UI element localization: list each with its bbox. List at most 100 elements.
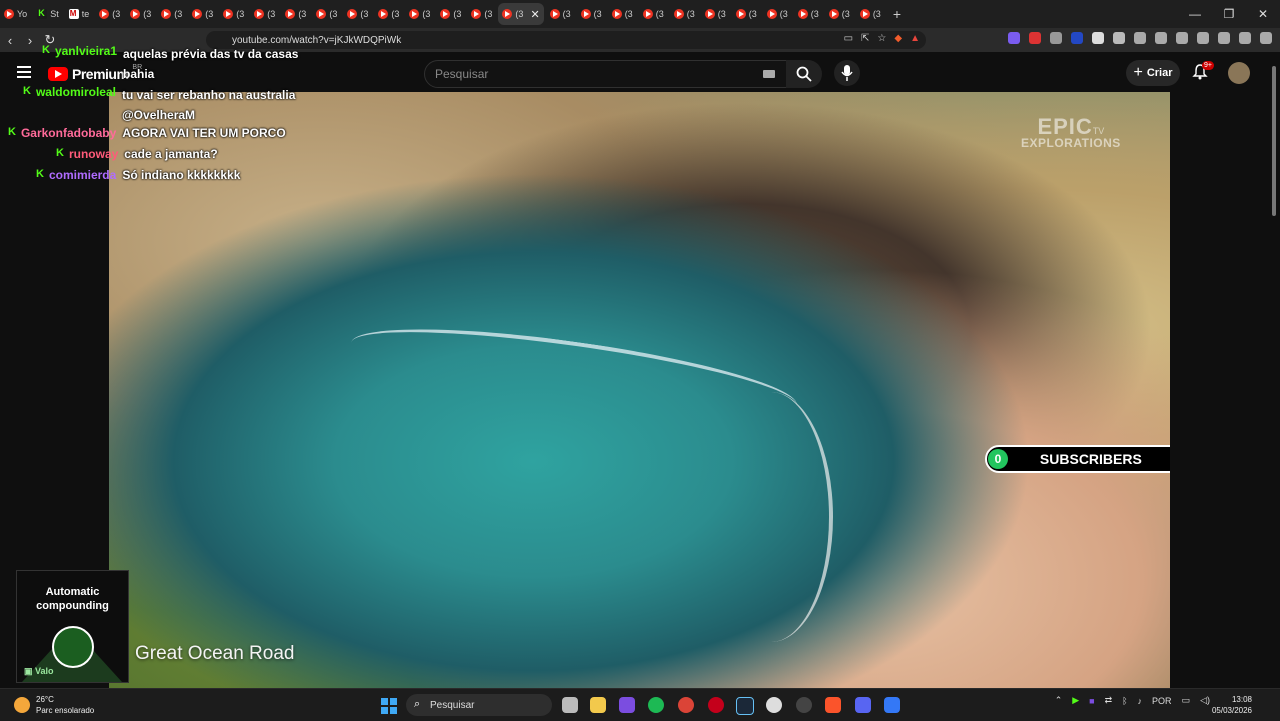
browser-tab[interactable]: (3 — [701, 3, 730, 25]
scrollbar-thumb[interactable] — [1272, 66, 1276, 216]
browser-tab[interactable]: (3 — [467, 3, 496, 25]
tray-app-icon[interactable]: ■ — [1089, 696, 1094, 706]
tray-app-icon[interactable]: ⇄ — [1105, 695, 1113, 706]
opera-icon[interactable] — [708, 697, 724, 713]
extension-icon[interactable] — [1008, 32, 1020, 44]
app-icon[interactable] — [884, 697, 900, 713]
search-button[interactable] — [786, 60, 822, 88]
browser-tab[interactable]: (3 — [825, 3, 854, 25]
youtube-icon — [580, 9, 591, 19]
github-icon[interactable] — [766, 697, 782, 713]
app-icon[interactable] — [796, 697, 812, 713]
extension-icon[interactable] — [1092, 32, 1104, 44]
browser-tab[interactable]: (3 — [405, 3, 434, 25]
ad-overlay[interactable]: Automatic compounding ▣ Valo — [16, 570, 129, 683]
youtube-icon — [347, 9, 358, 19]
steam-icon[interactable] — [736, 697, 754, 715]
share-icon[interactable]: ⇱ — [861, 33, 869, 44]
sidebar-icon[interactable] — [1197, 32, 1209, 44]
tab-label: (3 — [593, 9, 602, 19]
back-icon[interactable]: ‹ — [0, 33, 20, 48]
create-button[interactable]: + Criar — [1126, 60, 1180, 86]
tab-label: (3 — [112, 9, 121, 19]
ai-icon[interactable] — [1239, 32, 1251, 44]
extension-icon[interactable] — [1029, 32, 1041, 44]
browser-tab[interactable]: (3 — [250, 3, 279, 25]
cast-icon[interactable]: ▭ — [844, 33, 853, 44]
browser-tab[interactable]: (3 — [670, 3, 699, 25]
network-icon[interactable]: ▭ — [1182, 695, 1191, 706]
brave-shield-icon[interactable]: ◆ — [894, 33, 902, 44]
music-icon[interactable] — [1176, 32, 1188, 44]
extension-icon[interactable] — [1113, 32, 1125, 44]
browser-tab[interactable]: (3 — [794, 3, 823, 25]
chrome-icon[interactable] — [678, 697, 694, 713]
browser-tab[interactable]: (3 — [546, 3, 575, 25]
vpn-icon[interactable] — [1260, 32, 1272, 44]
browser-tab[interactable]: Yo — [0, 3, 31, 25]
file-explorer-icon[interactable] — [590, 697, 606, 713]
browser-tab[interactable]: (3 ✕ — [498, 3, 544, 25]
browser-tab[interactable]: (3 — [312, 3, 341, 25]
avatar[interactable] — [1228, 62, 1250, 84]
video-player[interactable]: EPICTV EXPLORATIONS 0 SUBSCRIBERS 2 Grea… — [109, 92, 1170, 688]
browser-tab[interactable]: (3 — [374, 3, 403, 25]
language-indicator[interactable]: POR — [1152, 696, 1172, 706]
kick-icon: K — [42, 44, 50, 56]
browser-tab[interactable]: (3 — [157, 3, 186, 25]
maximize-icon[interactable]: ❐ — [1212, 7, 1246, 21]
volume-icon[interactable]: ◁) — [1200, 695, 1210, 706]
browser-tab[interactable]: (3 — [343, 3, 372, 25]
browser-tab[interactable]: (3 — [639, 3, 668, 25]
brave-rewards-icon[interactable]: ▲ — [910, 33, 920, 44]
bluetooth-icon[interactable]: ᛒ — [1122, 696, 1127, 706]
windows-start-icon[interactable] — [381, 698, 397, 714]
hamburger-menu-icon[interactable] — [17, 66, 31, 78]
browser-tab[interactable]: (3 — [281, 3, 310, 25]
taskbar-search[interactable]: ⌕ Pesquisar — [406, 694, 552, 716]
browser-tab[interactable]: (3 — [95, 3, 124, 25]
youtube-icon — [735, 9, 746, 19]
browser-tab[interactable]: St — [33, 3, 63, 25]
browser-tab[interactable]: (3 — [732, 3, 761, 25]
forward-icon[interactable]: › — [20, 33, 40, 48]
weather-widget[interactable]: 26°C Parc ensolarado — [14, 694, 94, 716]
keyboard-icon[interactable] — [763, 70, 775, 78]
discord-icon[interactable] — [855, 697, 871, 713]
browser-tab[interactable]: (3 — [126, 3, 155, 25]
browser-tab[interactable]: (3 — [188, 3, 217, 25]
url-bar[interactable]: youtube.com/watch?v=jKJkWDQPiWk ▭ ⇱ ☆ ◆ … — [206, 31, 926, 49]
brave-icon[interactable] — [825, 697, 841, 713]
browser-tab[interactable]: (3 — [608, 3, 637, 25]
bookmark-icon[interactable]: ☆ — [877, 33, 886, 44]
youtube-icon — [828, 9, 839, 19]
screenshot-icon[interactable] — [1155, 32, 1167, 44]
close-window-icon[interactable]: ✕ — [1246, 7, 1280, 21]
close-tab-icon[interactable]: ✕ — [530, 8, 539, 21]
page-scrollbar[interactable] — [1270, 54, 1278, 688]
extension-icon[interactable] — [1071, 32, 1083, 44]
wallet-icon[interactable] — [1218, 32, 1230, 44]
minimize-icon[interactable]: — — [1178, 7, 1212, 21]
app-icon[interactable] — [619, 697, 635, 713]
browser-tab[interactable]: (3 — [436, 3, 465, 25]
tray-app-icon[interactable]: ▶ — [1072, 695, 1079, 706]
spotify-icon[interactable] — [648, 697, 664, 713]
new-tab-icon[interactable]: + — [893, 6, 901, 22]
clock[interactable]: 13:08 05/03/2026 — [1212, 694, 1252, 716]
microphone-icon[interactable]: ♪ — [1138, 696, 1143, 706]
extension-icon[interactable] — [1050, 32, 1062, 44]
tab-label: (3 — [143, 9, 152, 19]
browser-tab[interactable]: (3 — [856, 3, 885, 25]
search-input[interactable]: Pesquisar — [424, 60, 788, 88]
browser-tab[interactable]: te — [65, 3, 94, 25]
browser-tab[interactable]: (3 — [219, 3, 248, 25]
tab-label: (3 — [748, 9, 757, 19]
voice-search-button[interactable] — [834, 60, 860, 86]
task-view-icon[interactable] — [562, 697, 578, 713]
chevron-up-icon[interactable]: ⌃ — [1055, 695, 1063, 706]
browser-tab[interactable]: (3 — [577, 3, 606, 25]
browser-tab[interactable]: (3 — [763, 3, 792, 25]
puzzle-icon[interactable] — [1134, 32, 1146, 44]
wave-foam — [709, 392, 833, 642]
